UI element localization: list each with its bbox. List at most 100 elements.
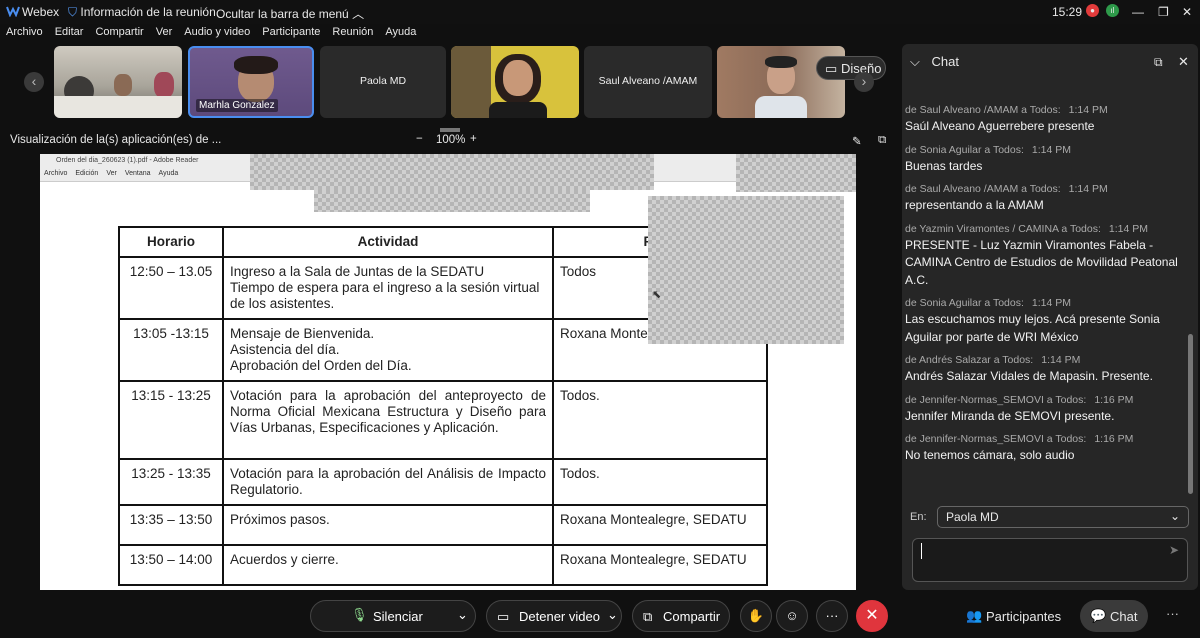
chat-scrollbar[interactable] (1188, 334, 1193, 494)
message-sender-line: de Jennifer-Normas_SEMOVI a Todos: 1:16 P… (905, 433, 1183, 445)
column-header-actividad: Actividad (222, 226, 554, 258)
table-cell-activity: Acuerdos y cierre. (222, 544, 554, 586)
table-cell-activity: Ingreso a la Sala de Juntas de la SEDATU… (222, 256, 554, 320)
video-tile-paola[interactable]: Paola MD (320, 46, 446, 118)
message-text: representando a la AMAM (905, 198, 1044, 212)
participant-name: Saul Alveano /AMAM (598, 75, 698, 87)
table-cell-activity: Votación para la aprobación del Análisis… (222, 458, 554, 506)
message-sender-line: de Saul Alveano /AMAM a Todos: 1:14 PM (905, 183, 1183, 195)
video-tile-marhla[interactable]: Marhla Gonzalez (188, 46, 314, 118)
mute-button[interactable]: 🎙 Silenciar ⌄ (310, 600, 476, 632)
send-icon[interactable]: ➤ (1169, 543, 1179, 557)
table-cell-responsible: Todos. (552, 380, 768, 460)
leave-meeting-icon[interactable]: ✕ (856, 600, 888, 632)
raise-hand-icon[interactable]: ✋ (740, 600, 772, 632)
chevron-down-icon[interactable]: ⌄ (457, 607, 468, 623)
reader-menu-ver[interactable]: Ver (106, 170, 117, 177)
table-cell-responsible: Roxana Montealegre, SEDATU (552, 544, 768, 586)
zoom-out-button[interactable]: − (416, 133, 423, 145)
message-time: 1:14 PM (1041, 354, 1081, 366)
title-bar: Webex ⛉ Información de la reunión Oculta… (0, 0, 1200, 24)
participant-name-label: Marhla Gonzalez (196, 99, 278, 112)
message-text: Las escuchamos muy lejos. Acá presente S… (905, 312, 1160, 344)
message-time: 1:14 PM (1068, 183, 1108, 195)
pop-out-chat-icon[interactable]: ⧉ (1154, 55, 1163, 70)
menu-archivo[interactable]: Archivo (6, 26, 43, 38)
table-row: 13:35 – 13:50 Próximos pasos. Roxana Mon… (118, 504, 768, 546)
minimize-icon[interactable]: — (1132, 5, 1144, 19)
menu-compartir[interactable]: Compartir (95, 26, 143, 38)
share-screen-icon: ⧉ (643, 609, 653, 624)
chat-message-input[interactable]: ➤ (912, 538, 1188, 582)
overflow-menu-icon[interactable]: ··· (1166, 606, 1179, 621)
zoom-in-button[interactable]: + (470, 133, 477, 145)
share-button[interactable]: ⧉ Compartir (632, 600, 730, 632)
video-tile-camera-woman[interactable] (451, 46, 579, 118)
more-options-button[interactable]: ··· (816, 600, 848, 632)
meeting-info-button[interactable]: ⛉ Información de la reunión (68, 5, 216, 20)
share-bar: Visualización de la(s) aplicación(es) de… (0, 128, 900, 154)
message-sender: de Saul Alveano /AMAM a Todos: (905, 104, 1061, 116)
chat-message: de Jennifer-Normas_SEMOVI a Todos: 1:16 P… (905, 433, 1183, 465)
message-text: Andrés Salazar Vidales de Mapasin. Prese… (905, 369, 1153, 383)
message-time: 1:14 PM (1031, 143, 1072, 156)
text-caret (921, 543, 922, 559)
menu-editar[interactable]: Editar (55, 26, 84, 38)
chat-message: de Saul Alveano /AMAM a Todos: 1:14 PM Sa… (905, 104, 1183, 136)
chat-title: Chat (931, 54, 959, 69)
menu-participante[interactable]: Participante (262, 26, 320, 38)
message-text: Buenas tardes (905, 158, 983, 173)
chat-message: de Yazmin Viramontes / CAMINA a Todos: 1:… (905, 223, 1183, 290)
reader-menu-ventana[interactable]: Ventana (125, 170, 151, 177)
message-time: 1:16 PM (1094, 433, 1134, 445)
reader-menu: Archivo Edición Ver Ventana Ayuda (44, 170, 186, 177)
recipient-label: En: (910, 511, 927, 523)
menu-reunion[interactable]: Reunión (332, 26, 373, 38)
collapse-chat-icon[interactable]: ⌵ (910, 54, 920, 69)
microphone-icon: 🎙 (351, 607, 368, 622)
activity-line: Tiempo de espera para el ingreso a la se… (230, 280, 540, 311)
reader-menu-edicion[interactable]: Edición (75, 170, 98, 177)
chat-button[interactable]: 💬 Chat (1080, 600, 1148, 632)
drag-handle[interactable] (440, 128, 460, 132)
chevron-down-icon: ⌄ (1169, 509, 1180, 523)
message-sender: de Yazmin Viramontes / CAMINA a Todos: (905, 222, 1101, 235)
message-time: 1:14 PM (1108, 222, 1149, 235)
reader-menu-archivo[interactable]: Archivo (44, 170, 67, 177)
hide-menu-button[interactable]: Ocultar la barra de menú ︿ (216, 5, 364, 22)
menu-ver[interactable]: Ver (156, 26, 173, 38)
video-camera-icon: ▭ (497, 609, 510, 624)
close-chat-icon[interactable]: ✕ (1178, 54, 1189, 70)
pop-out-share-icon[interactable]: ⧉ (878, 134, 886, 147)
message-sender-line: de Sonia Aguilar a Todos: 1:14 PM (905, 144, 1183, 156)
activity-line: Ingreso a la Sala de Juntas de la SEDATU (230, 264, 485, 279)
message-sender-line: de Jennifer-Normas_SEMOVI a Todos: 1:16 P… (905, 394, 1183, 406)
menu-audio-video[interactable]: Audio y video (184, 26, 250, 38)
video-strip-next-button[interactable]: › (854, 72, 874, 92)
record-icon: ● (1086, 4, 1099, 17)
stop-video-label: Detener video (519, 609, 600, 624)
layout-button[interactable]: ▭ Diseño (816, 56, 886, 80)
chat-message: de Saul Alveano /AMAM a Todos: 1:14 PM re… (905, 183, 1183, 215)
menu-ayuda[interactable]: Ayuda (385, 26, 416, 38)
participants-button[interactable]: 👥 Participantes (956, 600, 1072, 632)
table-cell-time: 13:35 – 13:50 (118, 504, 224, 546)
video-strip-prev-button[interactable]: ‹ (24, 72, 44, 92)
chat-button-label: Chat (1110, 609, 1138, 624)
stop-video-button[interactable]: ▭ Detener video ⌄ (486, 600, 622, 632)
table-cell-time: 13:15 - 13:25 (118, 380, 224, 460)
message-sender-line: de Andrés Salazar a Todos: 1:14 PM (905, 354, 1183, 366)
video-tile-room[interactable] (54, 46, 182, 118)
chat-message: de Andrés Salazar a Todos: 1:14 PM Andrés… (905, 354, 1183, 386)
reader-menu-ayuda[interactable]: Ayuda (159, 170, 179, 177)
video-tile-saul[interactable]: Saul Alveano /AMAM (584, 46, 712, 118)
restore-icon[interactable]: ❐ (1158, 5, 1169, 19)
chevron-down-icon[interactable]: ⌄ (607, 607, 618, 623)
close-window-icon[interactable]: ✕ (1182, 5, 1192, 19)
message-sender: de Sonia Aguilar a Todos: (905, 297, 1024, 309)
annotate-icon[interactable]: ✎ (852, 134, 862, 148)
meeting-info-label: Información de la reunión (80, 5, 216, 19)
recipient-select[interactable]: Paola MD ⌄ (937, 506, 1189, 528)
message-text: No tenemos cámara, solo audio (905, 448, 1075, 462)
reactions-icon[interactable]: ☺ (776, 600, 808, 632)
